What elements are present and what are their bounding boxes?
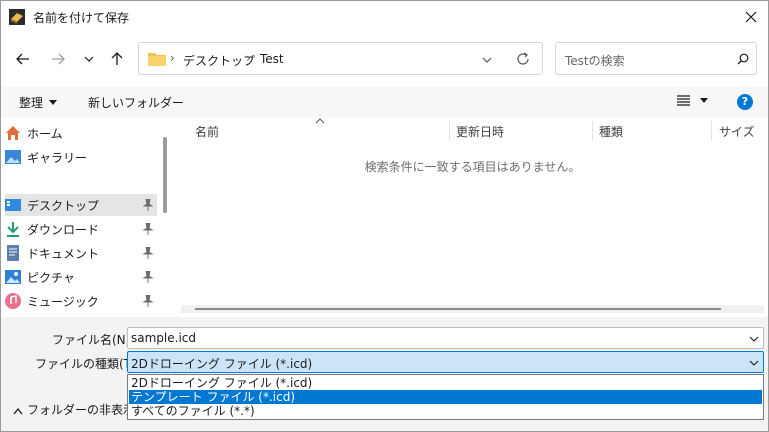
filetype-dropdown-list: 2Dドローイング ファイル (*.icd) テンプレート ファイル (*.icd… [127, 374, 764, 420]
sidebar-item-desktop[interactable]: デスクトップ [5, 194, 157, 216]
command-bar: 整理 新しいフォルダー ? [1, 87, 768, 117]
pictures-icon [5, 270, 21, 284]
chevron-down-icon[interactable] [749, 334, 759, 344]
pin-icon[interactable] [143, 247, 153, 259]
sidebar-item-music[interactable]: ミュージック [5, 290, 157, 312]
home-icon [6, 126, 20, 140]
search-box[interactable]: Testの検索 [555, 42, 757, 75]
breadcrumb-test[interactable]: Test [260, 52, 284, 66]
filename-label: ファイル名(N): [52, 333, 135, 347]
chevron-down-icon[interactable] [482, 55, 492, 65]
filetype-option-2d-drawing[interactable]: 2Dドローイング ファイル (*.icd) [129, 376, 762, 390]
chevron-down-icon[interactable] [749, 358, 759, 368]
close-button[interactable] [734, 3, 768, 31]
music-icon [5, 293, 21, 309]
back-button[interactable] [10, 46, 36, 72]
caret-down-icon [700, 97, 708, 103]
filetype-option-all-files[interactable]: すべてのファイル (*.*) [129, 404, 762, 418]
new-folder-button[interactable]: 新しいフォルダー [88, 94, 184, 111]
filetype-option-template[interactable]: テンプレート ファイル (*.icd) [129, 390, 762, 404]
sidebar-item-label: デスクトップ [27, 198, 100, 213]
caret-down-icon [49, 99, 58, 105]
pin-icon[interactable] [143, 295, 153, 307]
app-icon [9, 9, 25, 25]
help-icon[interactable]: ? [737, 94, 753, 110]
sidebar-item-label: ミュージック [27, 294, 99, 309]
up-button[interactable] [104, 46, 130, 72]
filetype-label: ファイルの種類(T): [35, 357, 140, 371]
hide-folders-label: フォルダーの非表示 [27, 403, 136, 417]
arrow-right-icon [52, 53, 65, 65]
empty-message: 検索条件に一致する項目はありません。 [364, 160, 581, 174]
desktop-icon [5, 199, 21, 211]
address-bar[interactable]: › デスクトップ › Test [138, 42, 543, 75]
download-icon [7, 222, 19, 237]
filetype-selected-value: 2Dドローイング ファイル (*.icd) [131, 357, 313, 371]
column-divider[interactable] [711, 121, 712, 141]
list-view-icon [677, 95, 690, 106]
sort-up-icon [315, 118, 325, 124]
filetype-select[interactable]: 2Dドローイング ファイル (*.icd) [127, 351, 764, 373]
pin-icon[interactable] [143, 271, 153, 283]
arrow-up-icon [111, 52, 123, 65]
pin-icon[interactable] [143, 199, 153, 211]
forward-button[interactable] [45, 46, 71, 72]
chevron-down-icon [84, 56, 94, 62]
chevron-up-icon [13, 407, 23, 415]
breadcrumb-desktop[interactable]: デスクトップ [183, 52, 255, 69]
sidebar-item-gallery[interactable]: ギャラリー [5, 146, 157, 168]
refresh-icon[interactable] [516, 52, 530, 66]
sidebar-item-pictures[interactable]: ピクチャ [5, 266, 157, 288]
sidebar-item-label: ギャラリー [27, 150, 88, 165]
hide-folders-button[interactable]: フォルダーの非表示 [13, 401, 135, 418]
column-header-size[interactable]: サイズ [719, 123, 755, 140]
breadcrumb-separator-icon: › [170, 51, 175, 65]
search-icon[interactable] [737, 53, 749, 65]
organize-label: 整理 [19, 96, 44, 110]
filename-input[interactable]: sample.icd [131, 331, 196, 345]
sidebar-item-documents[interactable]: ドキュメント [5, 242, 157, 264]
sidebar-item-downloads[interactable]: ダウンロード [5, 218, 157, 240]
column-divider[interactable] [592, 121, 593, 141]
column-divider[interactable] [449, 121, 450, 141]
sidebar-item-label: ホーム [27, 126, 63, 141]
file-list: 名前 更新日時 種類 サイズ 検索条件に一致する項目はありません。 [177, 117, 768, 317]
sidebar-scrollbar[interactable] [163, 137, 167, 213]
sidebar-item-home[interactable]: ホーム [5, 122, 157, 144]
horizontal-scrollbar[interactable] [181, 305, 764, 313]
sidebar-item-label: ピクチャ [27, 270, 75, 285]
filename-field[interactable]: sample.icd [127, 327, 764, 349]
column-header-type[interactable]: 種類 [599, 123, 623, 140]
search-input[interactable]: Testの検索 [565, 52, 625, 69]
folder-icon [148, 53, 166, 66]
document-icon [7, 245, 19, 261]
pin-icon[interactable] [143, 223, 153, 235]
recent-locations-button[interactable] [76, 46, 102, 72]
organize-button[interactable]: 整理 [19, 94, 58, 111]
scrollbar-thumb[interactable] [195, 308, 721, 310]
column-header-name[interactable]: 名前 [195, 123, 219, 140]
arrow-left-icon [16, 53, 29, 65]
navigation-pane: ホーム ギャラリー デスクトップ ダウンロード ドキュメント ピクチャ ミュージ… [1, 117, 173, 317]
column-header-date[interactable]: 更新日時 [456, 123, 504, 140]
window-title: 名前を付けて保存 [33, 11, 130, 25]
gallery-icon [5, 150, 21, 164]
sidebar-item-label: ドキュメント [27, 246, 100, 261]
save-as-dialog: 名前を付けて保存 › デスクトップ › Test Testの検索 整理 新しいフ… [0, 0, 769, 432]
view-options-button[interactable] [677, 95, 708, 106]
breadcrumb-separator-icon: › [246, 51, 251, 65]
title-bar: 名前を付けて保存 [1, 1, 768, 33]
close-icon [745, 11, 757, 23]
sidebar-item-label: ダウンロード [27, 222, 100, 237]
